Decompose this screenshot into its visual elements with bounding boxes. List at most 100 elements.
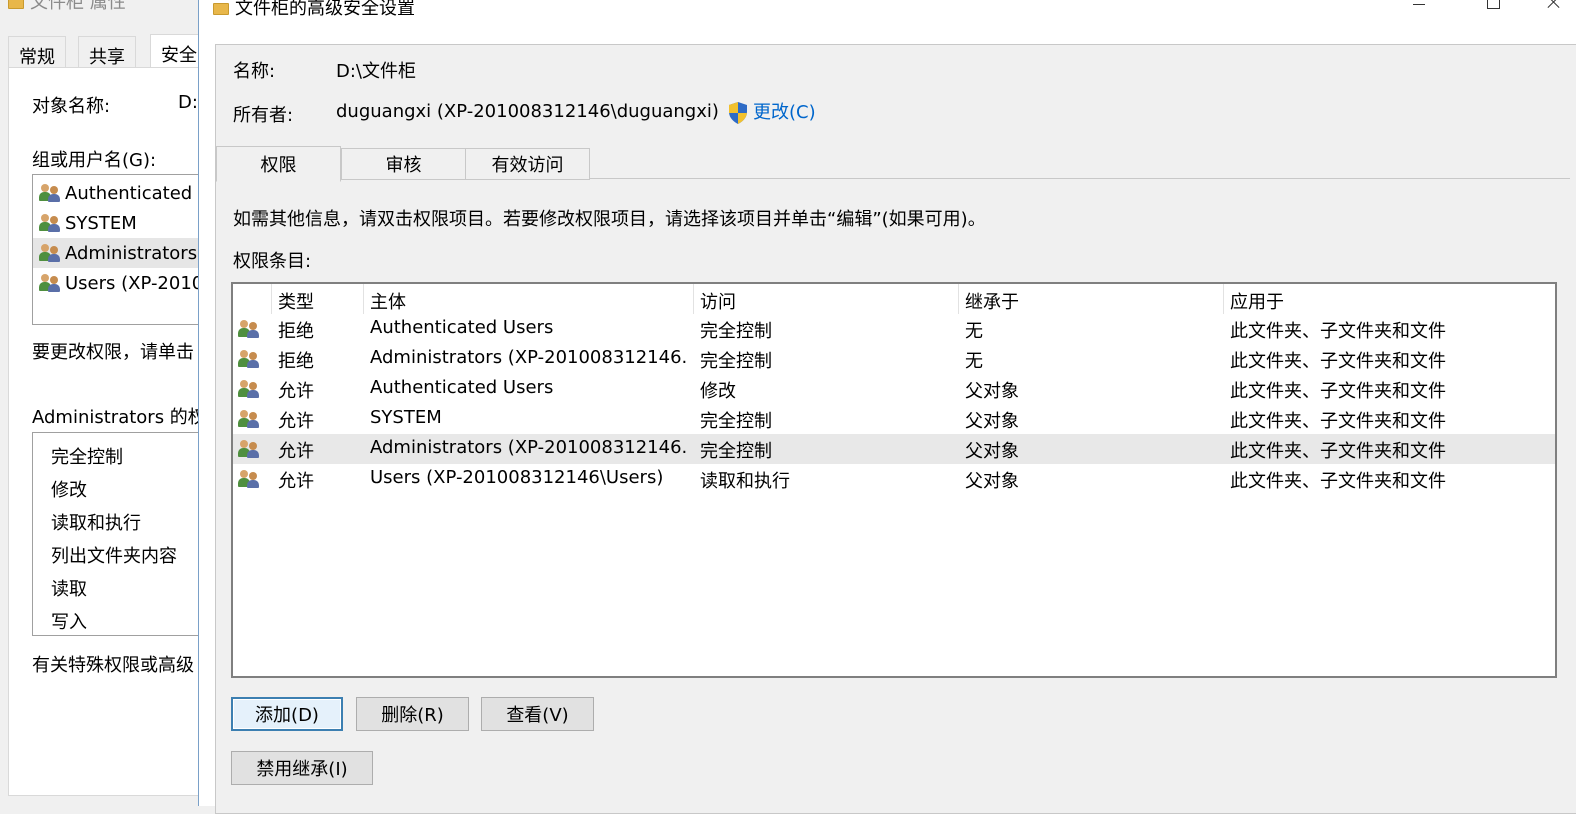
users-icon [238, 470, 260, 488]
permission-item: 修改 [51, 480, 87, 501]
object-name-label: 对象名称: [32, 96, 111, 117]
column-header-principal[interactable]: 主体 [363, 284, 693, 314]
users-icon [39, 184, 61, 202]
dialog-body: 名称: D:\文件柜 所有者: duguangxi (XP-2010083121… [215, 44, 1576, 814]
owner-value: duguangxi (XP-201008312146\duguangxi) [336, 101, 719, 122]
cell-inherited-from: 父对象 [965, 441, 1019, 462]
permission-entries-table[interactable]: 类型 主体 访问 继承于 应用于 拒绝 Authenticated Users … [231, 282, 1557, 678]
cell-principal: Administrators (XP-201008312146... [370, 347, 688, 368]
list-item[interactable]: Authenticated U [39, 178, 200, 208]
cell-principal: Authenticated Users [370, 377, 554, 398]
users-icon [238, 380, 260, 398]
permissions-for-label: Administrators 的权 [32, 407, 200, 428]
cell-applies-to: 此文件夹、子文件夹和文件 [1230, 471, 1446, 492]
cell-type: 拒绝 [278, 321, 314, 342]
users-icon [238, 350, 260, 368]
cell-inherited-from: 父对象 [965, 471, 1019, 492]
table-row[interactable]: 拒绝 Administrators (XP-201008312146... 完全… [233, 344, 1555, 374]
users-icon [238, 320, 260, 338]
cell-principal: Users (XP-201008312146\Users) [370, 467, 664, 488]
list-item[interactable]: SYSTEM [39, 208, 137, 238]
remove-button[interactable]: 删除(R) [356, 697, 469, 731]
column-header-inherited-from[interactable]: 继承于 [958, 284, 1223, 314]
window-title: 文件柜的高级安全设置 [213, 0, 415, 20]
table-row-selected[interactable]: 允许 Administrators (XP-201008312146... 完全… [233, 434, 1555, 464]
folder-icon [8, 0, 24, 9]
users-icon [238, 410, 260, 428]
cell-principal: Authenticated Users [370, 317, 554, 338]
special-permissions-hint: 有关特殊权限或高级 [32, 655, 194, 676]
table-row[interactable]: 允许 Authenticated Users 修改 父对象 此文件夹、子文件夹和… [233, 374, 1555, 404]
properties-title: 文件柜 属性 [8, 0, 126, 13]
uac-shield-icon [729, 102, 747, 124]
entries-label: 权限条目: [233, 251, 312, 272]
cell-access: 修改 [700, 381, 736, 402]
change-owner-link[interactable]: 更改(C) [727, 98, 816, 125]
cell-applies-to: 此文件夹、子文件夹和文件 [1230, 381, 1446, 402]
permissions-list: 完全控制 修改 读取和执行 列出文件夹内容 读取 写入 [32, 432, 200, 636]
properties-dialog: 文件柜 属性 常规 共享 安全 对象名称: D: 组或用户名(G): Authe… [0, 0, 200, 796]
cell-access: 完全控制 [700, 411, 772, 432]
minimize-button[interactable] [1397, 0, 1443, 16]
maximize-button[interactable] [1471, 0, 1517, 16]
close-button[interactable] [1531, 0, 1576, 16]
cell-applies-to: 此文件夹、子文件夹和文件 [1230, 351, 1446, 372]
change-hint: 要更改权限，请单击 [32, 342, 194, 363]
cell-inherited-from: 父对象 [965, 411, 1019, 432]
cell-principal: SYSTEM [370, 407, 442, 428]
name-value: D:\文件柜 [336, 61, 416, 82]
cell-type: 允许 [278, 381, 314, 402]
permission-item: 写入 [51, 612, 87, 633]
list-item[interactable]: Users (XP-2010 [39, 268, 200, 298]
view-button[interactable]: 查看(V) [481, 697, 594, 731]
name-label: 名称: [233, 61, 276, 82]
title-bar[interactable]: 文件柜的高级安全设置 [199, 0, 1576, 26]
tab-auditing[interactable]: 审核 [341, 148, 466, 180]
cell-type: 拒绝 [278, 351, 314, 372]
users-icon [39, 274, 61, 292]
folder-icon [213, 3, 229, 15]
table-row[interactable]: 允许 Users (XP-201008312146\Users) 读取和执行 父… [233, 464, 1555, 494]
permission-item: 读取和执行 [51, 513, 141, 534]
add-button[interactable]: 添加(D) [231, 697, 343, 731]
tab-sharing[interactable]: 共享 [78, 36, 136, 68]
cell-applies-to: 此文件夹、子文件夹和文件 [1230, 321, 1446, 342]
tab-security[interactable]: 安全 [150, 34, 200, 68]
advanced-security-dialog: 文件柜的高级安全设置 名称: D:\文件柜 所有者: duguangxi (XP… [198, 0, 1576, 814]
cell-type: 允许 [278, 411, 314, 432]
object-name-value: D: [178, 92, 198, 113]
cell-access: 完全控制 [700, 321, 772, 342]
tab-effective-access[interactable]: 有效访问 [465, 148, 590, 180]
disable-inheritance-button[interactable]: 禁用继承(I) [231, 751, 373, 785]
permission-item: 读取 [51, 579, 87, 600]
cell-inherited-from: 父对象 [965, 381, 1019, 402]
users-icon [238, 440, 260, 458]
users-icon [39, 244, 61, 262]
column-header-access[interactable]: 访问 [693, 284, 958, 314]
cell-principal: Administrators (XP-201008312146... [370, 437, 688, 458]
permission-item: 列出文件夹内容 [51, 546, 177, 567]
cell-access: 完全控制 [700, 441, 772, 462]
column-header-type[interactable]: 类型 [271, 284, 363, 314]
tab-permissions[interactable]: 权限 [216, 146, 341, 182]
cell-applies-to: 此文件夹、子文件夹和文件 [1230, 441, 1446, 462]
cell-type: 允许 [278, 441, 314, 462]
owner-label: 所有者: [233, 105, 294, 126]
info-text: 如需其他信息，请双击权限项目。若要修改权限项目，请选择该项目并单击“编辑”(如果… [233, 209, 986, 230]
cell-access: 读取和执行 [700, 471, 790, 492]
cell-inherited-from: 无 [965, 351, 983, 372]
group-list[interactable]: Authenticated U SYSTEM Administrators Us… [32, 174, 200, 325]
list-item[interactable]: Administrators [33, 238, 200, 268]
table-row[interactable]: 拒绝 Authenticated Users 完全控制 无 此文件夹、子文件夹和… [233, 314, 1555, 344]
group-label: 组或用户名(G): [32, 150, 157, 171]
permission-item: 完全控制 [51, 447, 123, 468]
column-header-applies-to[interactable]: 应用于 [1223, 284, 1555, 314]
cell-inherited-from: 无 [965, 321, 983, 342]
users-icon [39, 214, 61, 232]
tab-general[interactable]: 常规 [8, 36, 66, 68]
table-row[interactable]: 允许 SYSTEM 完全控制 父对象 此文件夹、子文件夹和文件 [233, 404, 1555, 434]
cell-access: 完全控制 [700, 351, 772, 372]
cell-applies-to: 此文件夹、子文件夹和文件 [1230, 411, 1446, 432]
cell-type: 允许 [278, 471, 314, 492]
tab-divider [590, 178, 1570, 179]
